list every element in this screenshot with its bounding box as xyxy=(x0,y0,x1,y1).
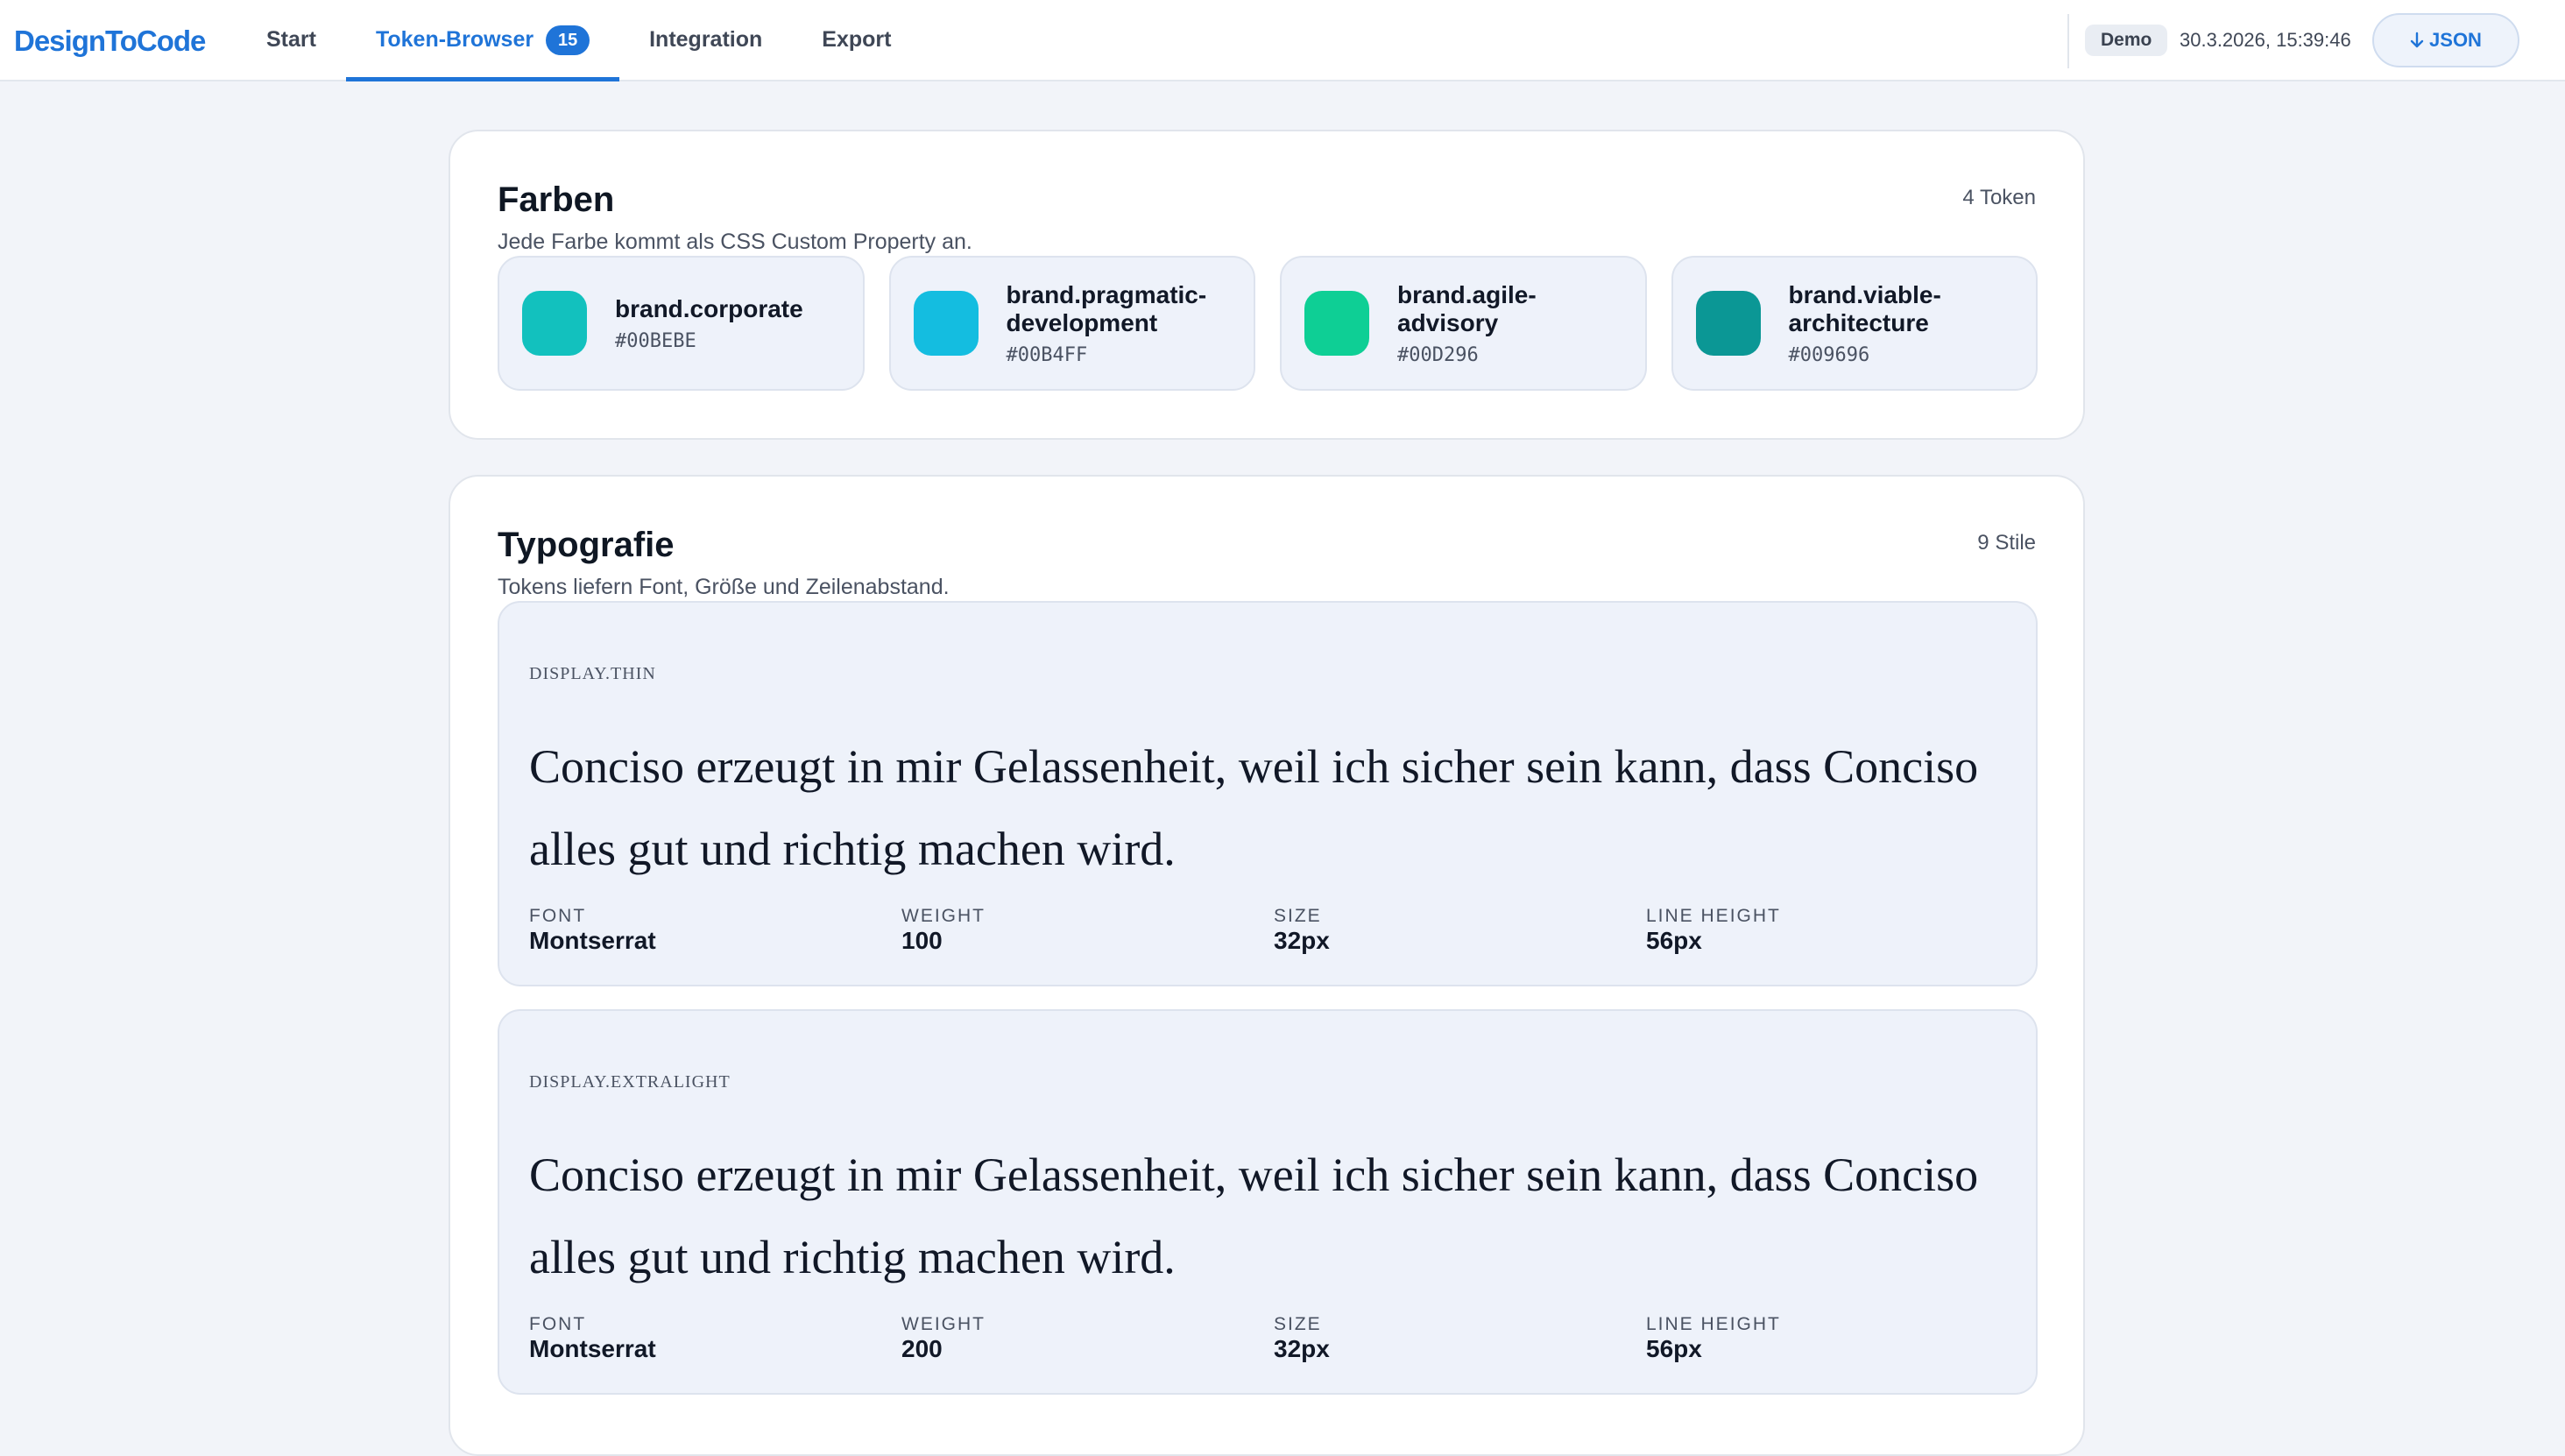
token-count-badge: 15 xyxy=(546,25,590,55)
app-logo[interactable]: DesignToCode xyxy=(14,25,206,58)
color-swatch[interactable]: brand.viable-architecture #009696 xyxy=(1671,256,2038,391)
color-chip xyxy=(522,291,587,356)
meta-weight: WEIGHT 100 xyxy=(901,906,1274,955)
nav-tab-label: Integration xyxy=(649,27,763,52)
type-specimen[interactable]: DISPLAY.EXTRALIGHT Conciso erzeugt in mi… xyxy=(498,1009,2038,1395)
meta-label: FONT xyxy=(529,906,587,926)
meta-value: 32px xyxy=(1274,927,1330,954)
type-sample-text: Conciso erzeugt in mir Gelassenheit, wei… xyxy=(529,1149,1979,1283)
section-subtitle: Jede Farbe kommt als CSS Custom Property… xyxy=(498,230,972,254)
swatch-text: brand.agile-advisory #00D296 xyxy=(1397,281,1616,366)
last-updated-timestamp: 30.3.2026, 15:39:46 xyxy=(2180,29,2351,51)
meta-label: LINE HEIGHT xyxy=(1646,1314,1781,1334)
meta-value: 200 xyxy=(901,1335,943,1362)
section-count: 4 Token xyxy=(1962,186,2036,209)
typography-card: Typografie Tokens liefern Font, Größe un… xyxy=(449,475,2085,1456)
type-meta-row: FONT Montserrat WEIGHT 200 SIZE 32px LIN… xyxy=(529,1314,2018,1363)
meta-value: 32px xyxy=(1274,1335,1330,1362)
meta-label: LINE HEIGHT xyxy=(1646,906,1781,926)
color-hex-value: #00B4FF xyxy=(1006,343,1088,366)
nav-tab-start[interactable]: Start xyxy=(237,0,346,80)
type-token-name: DISPLAY.EXTRALIGHT xyxy=(529,1072,731,1092)
meta-value: 56px xyxy=(1646,927,1702,954)
color-hex-value: #00BEBE xyxy=(615,329,696,352)
meta-label: WEIGHT xyxy=(901,1314,986,1334)
color-chip xyxy=(1695,291,1761,356)
colors-card: Farben Jede Farbe kommt als CSS Custom P… xyxy=(449,130,2085,440)
color-hex-value: #00D296 xyxy=(1397,343,1479,366)
section-title: Typografie xyxy=(498,526,675,564)
color-swatch[interactable]: brand.corporate #00BEBE xyxy=(498,256,865,391)
color-swatch[interactable]: brand.pragmatic-development #00B4FF xyxy=(888,256,1255,391)
color-token-name-text: brand.pragmatic-development xyxy=(1006,280,1207,336)
meta-value: Montserrat xyxy=(529,1335,656,1362)
section-subtitle: Tokens liefern Font, Größe und Zeilenabs… xyxy=(498,575,950,599)
meta-label: FONT xyxy=(529,1314,587,1334)
color-hex-value: #009696 xyxy=(1788,343,1870,366)
meta-value: Montserrat xyxy=(529,927,656,954)
meta-font: FONT Montserrat xyxy=(529,906,901,955)
color-chip xyxy=(913,291,979,356)
meta-font: FONT Montserrat xyxy=(529,1314,901,1363)
download-json-button[interactable]: JSON xyxy=(2372,13,2519,67)
meta-value: 56px xyxy=(1646,1335,1702,1362)
meta-weight: WEIGHT 200 xyxy=(901,1314,1274,1363)
download-json-label: JSON xyxy=(2429,29,2482,51)
color-swatch-list: brand.corporate #00BEBE brand.pragmatic-… xyxy=(498,256,2038,391)
meta-label: SIZE xyxy=(1274,906,1322,926)
type-token-name: DISPLAY.THIN xyxy=(529,664,656,683)
meta-value: 100 xyxy=(901,927,943,954)
color-swatch[interactable]: brand.agile-advisory #00D296 xyxy=(1280,256,1647,391)
section-title: Farben xyxy=(498,180,615,219)
meta-size: SIZE 32px xyxy=(1274,1314,1646,1363)
color-chip xyxy=(1304,291,1369,356)
nav-tab-label: Export xyxy=(822,27,892,52)
nav-tab-label: Start xyxy=(266,27,316,52)
top-navigation-bar: DesignToCode Start Token-Browser 15 Inte… xyxy=(0,0,2565,81)
arrow-down-icon xyxy=(2410,32,2424,48)
mode-badge: Demo xyxy=(2085,25,2168,56)
swatch-text: brand.corporate #00BEBE xyxy=(615,295,834,352)
nav-tab-integration[interactable]: Integration xyxy=(619,0,792,80)
color-token-name: brand.agile-advisory xyxy=(1397,280,1537,336)
nav-tab-export[interactable]: Export xyxy=(792,0,921,80)
type-meta-row: FONT Montserrat WEIGHT 100 SIZE 32px LIN… xyxy=(529,906,2018,955)
meta-size: SIZE 32px xyxy=(1274,906,1646,955)
nav-tab-token-browser[interactable]: Token-Browser 15 xyxy=(345,0,620,81)
color-token-name: brand.corporate xyxy=(615,294,803,322)
swatch-text: brand.viable-architecture #009696 xyxy=(1789,281,2008,366)
header-divider xyxy=(2067,14,2069,68)
meta-label: WEIGHT xyxy=(901,906,986,926)
swatch-text: brand.pragmatic-development #00B4FF xyxy=(1007,281,1226,366)
nav-tab-label: Token-Browser xyxy=(375,27,534,52)
color-token-name: brand.viable-architecture xyxy=(1788,280,1941,336)
meta-line-height: LINE HEIGHT 56px xyxy=(1646,1314,2018,1363)
color-token-name: brand.pragmatic-development xyxy=(1007,281,1226,337)
type-sample-text: Conciso erzeugt in mir Gelassenheit, wei… xyxy=(529,740,1979,875)
type-specimen[interactable]: DISPLAY.THIN Conciso erzeugt in mir Gela… xyxy=(498,601,2038,986)
section-count: 9 Stile xyxy=(1977,531,2036,555)
meta-label: SIZE xyxy=(1274,1314,1322,1334)
meta-line-height: LINE HEIGHT 56px xyxy=(1646,906,2018,955)
main-nav: Start Token-Browser 15 Integration Expor… xyxy=(237,0,921,81)
